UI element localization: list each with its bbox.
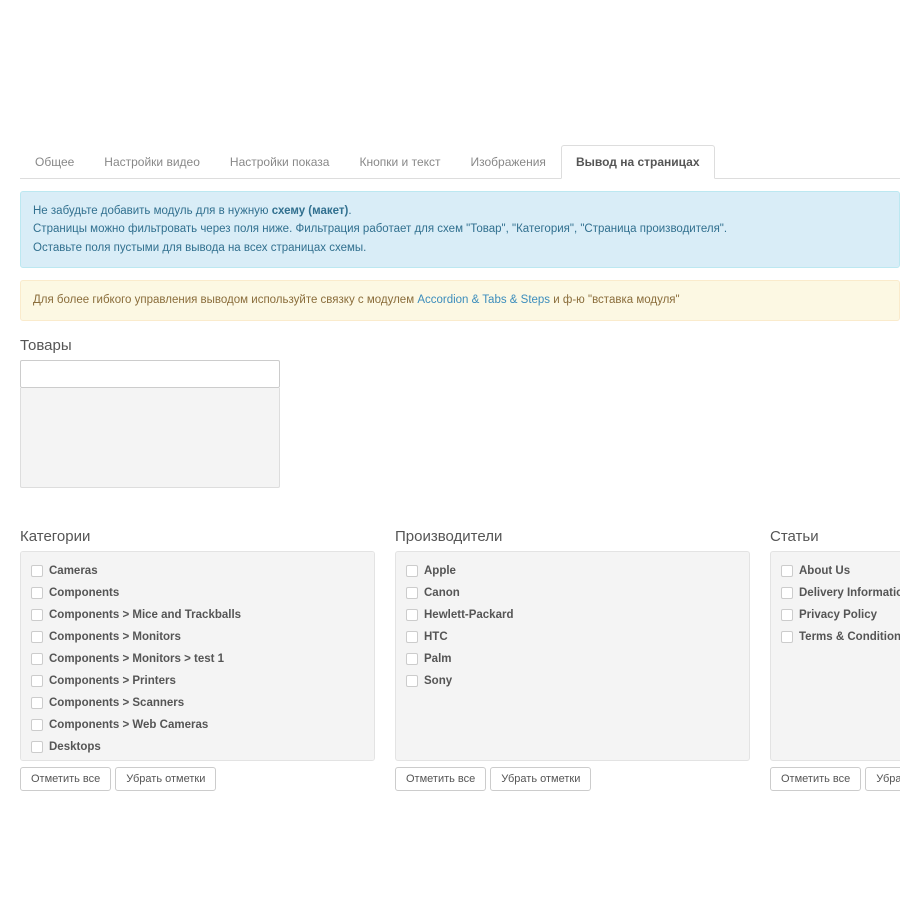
manufacturers-title: Производители xyxy=(395,528,750,545)
tab-display-settings[interactable]: Настройки показа xyxy=(215,145,345,179)
checkbox[interactable] xyxy=(31,565,43,577)
list-item[interactable]: Privacy Policy xyxy=(771,604,900,626)
checkbox-label: Components > Mice and Trackballs xyxy=(49,609,241,621)
deselect-all-button[interactable]: Убрать отметки xyxy=(115,767,216,791)
info-alert: Не забудьте добавить модуль для в нужную… xyxy=(20,191,900,268)
categories-column: Категории Cameras Components Components … xyxy=(20,512,375,791)
info-line2: Страницы можно фильтровать через поля ни… xyxy=(33,223,727,235)
checkbox[interactable] xyxy=(781,609,793,621)
tab-buttons-text[interactable]: Кнопки и текст xyxy=(344,145,455,179)
manufacturers-panel: Apple Canon Hewlett-Packard HTC Palm Son… xyxy=(395,551,750,761)
checkbox-label: Sony xyxy=(424,675,452,687)
checkbox-label: Canon xyxy=(424,587,460,599)
list-item[interactable]: Components > Scanners xyxy=(21,692,374,714)
products-title: Товары xyxy=(20,337,900,354)
checkbox-label: About Us xyxy=(799,565,850,577)
products-box xyxy=(20,360,280,488)
checkbox-label: Delivery Information xyxy=(799,587,900,599)
checkbox[interactable] xyxy=(406,653,418,665)
products-input[interactable] xyxy=(20,360,280,388)
checkbox[interactable] xyxy=(31,675,43,687)
articles-column: Статьи About Us Delivery Information Pri… xyxy=(770,512,900,791)
checkbox-label: Hewlett-Packard xyxy=(424,609,513,621)
checkbox-label: Desktops xyxy=(49,741,101,753)
checkbox[interactable] xyxy=(406,609,418,621)
articles-title: Статьи xyxy=(770,528,900,545)
info-line1-prefix: Не забудьте добавить модуль для в нужную xyxy=(33,205,272,217)
list-item[interactable]: Components > Monitors xyxy=(21,626,374,648)
list-item[interactable]: Components xyxy=(21,582,374,604)
checkbox-label: Palm xyxy=(424,653,452,665)
checkbox-label: Components > Scanners xyxy=(49,697,184,709)
list-item[interactable]: Components > Printers xyxy=(21,670,374,692)
checkbox-label: Components > Monitors > test 1 xyxy=(49,653,224,665)
list-item[interactable]: Sony xyxy=(396,670,749,692)
checkbox-label: Components > Web Cameras xyxy=(49,719,208,731)
checkbox[interactable] xyxy=(31,741,43,753)
list-item[interactable]: Cameras xyxy=(21,560,374,582)
select-all-button[interactable]: Отметить все xyxy=(770,767,861,791)
checkbox[interactable] xyxy=(31,653,43,665)
manufacturers-buttons: Отметить все Убрать отметки xyxy=(395,767,750,791)
checkbox[interactable] xyxy=(31,697,43,709)
list-item[interactable]: Components > Web Cameras xyxy=(21,714,374,736)
list-item[interactable]: About Us xyxy=(771,560,900,582)
list-item[interactable]: Delivery Information xyxy=(771,582,900,604)
list-item[interactable]: Canon xyxy=(396,582,749,604)
checkbox[interactable] xyxy=(781,565,793,577)
checkbox[interactable] xyxy=(31,631,43,643)
manufacturers-column: Производители Apple Canon Hewlett-Packar… xyxy=(395,512,750,791)
list-item[interactable]: Hewlett-Packard xyxy=(396,604,749,626)
checkbox[interactable] xyxy=(406,587,418,599)
deselect-all-button[interactable]: Убрать отметки xyxy=(865,767,900,791)
info-line3: Оставьте поля пустыми для вывода на всех… xyxy=(33,242,366,254)
info-line1-suffix: . xyxy=(348,205,351,217)
select-all-button[interactable]: Отметить все xyxy=(20,767,111,791)
tab-pages-output[interactable]: Вывод на страницах xyxy=(561,145,715,179)
categories-title: Категории xyxy=(20,528,375,545)
categories-panel: Cameras Components Components > Mice and… xyxy=(20,551,375,761)
list-item[interactable]: Desktops xyxy=(21,736,374,758)
tab-general[interactable]: Общее xyxy=(20,145,89,179)
list-item[interactable]: HTC xyxy=(396,626,749,648)
list-item[interactable]: Palm xyxy=(396,648,749,670)
warning-suffix: и ф-ю "вставка модуля" xyxy=(550,294,680,306)
checkbox[interactable] xyxy=(406,631,418,643)
warning-link[interactable]: Accordion & Tabs & Steps xyxy=(417,294,550,306)
checkbox[interactable] xyxy=(31,609,43,621)
checkbox-label: Apple xyxy=(424,565,456,577)
checkbox-label: Cameras xyxy=(49,565,98,577)
deselect-all-button[interactable]: Убрать отметки xyxy=(490,767,591,791)
tab-images[interactable]: Изображения xyxy=(456,145,561,179)
checkbox[interactable] xyxy=(781,587,793,599)
checkbox-label: HTC xyxy=(424,631,448,643)
warning-alert: Для более гибкого управления выводом исп… xyxy=(20,280,900,320)
checkbox[interactable] xyxy=(781,631,793,643)
checkbox[interactable] xyxy=(406,675,418,687)
checkbox[interactable] xyxy=(31,719,43,731)
products-list[interactable] xyxy=(20,388,280,488)
articles-panel: About Us Delivery Information Privacy Po… xyxy=(770,551,900,761)
warning-prefix: Для более гибкого управления выводом исп… xyxy=(33,294,417,306)
list-item[interactable]: Apple xyxy=(396,560,749,582)
list-item[interactable]: Components > Monitors > test 1 xyxy=(21,648,374,670)
checkbox-label: Components > Printers xyxy=(49,675,176,687)
checkbox[interactable] xyxy=(31,587,43,599)
checkbox[interactable] xyxy=(406,565,418,577)
tab-video-settings[interactable]: Настройки видео xyxy=(89,145,215,179)
categories-buttons: Отметить все Убрать отметки xyxy=(20,767,375,791)
select-all-button[interactable]: Отметить все xyxy=(395,767,486,791)
checkbox-label: Components xyxy=(49,587,119,599)
checkbox-label: Privacy Policy xyxy=(799,609,877,621)
tab-bar: Общее Настройки видео Настройки показа К… xyxy=(20,145,900,179)
info-line1-bold: схему (макет) xyxy=(272,205,349,217)
checkbox-label: Components > Monitors xyxy=(49,631,181,643)
list-item[interactable]: Components > Mice and Trackballs xyxy=(21,604,374,626)
articles-buttons: Отметить все Убрать отметки xyxy=(770,767,900,791)
list-item[interactable]: Terms & Conditions xyxy=(771,626,900,648)
checkbox-label: Terms & Conditions xyxy=(799,631,900,643)
